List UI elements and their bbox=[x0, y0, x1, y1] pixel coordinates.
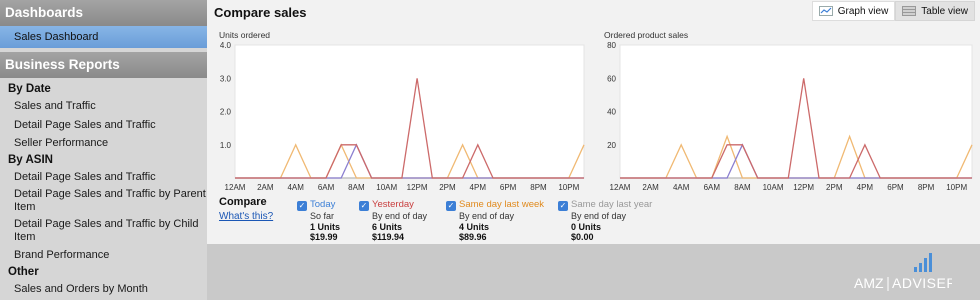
compare-label: Compare bbox=[219, 196, 267, 208]
x-tick-label: 10PM bbox=[946, 183, 967, 192]
legend-amount: $119.94 bbox=[372, 232, 405, 242]
compare-block: Compare What's this? bbox=[219, 196, 273, 222]
plot-area bbox=[619, 44, 973, 179]
x-tick-label: 4PM bbox=[470, 183, 487, 192]
amz-advisers-logo: AMZ ADVISERS bbox=[842, 250, 966, 297]
sidebar-item-asin-detail-page[interactable]: Detail Page Sales and Traffic bbox=[0, 168, 207, 187]
x-tick-label: 12PM bbox=[793, 183, 814, 192]
x-tick-label: 4AM bbox=[287, 183, 304, 192]
x-tick-label: 8PM bbox=[918, 183, 935, 192]
legend-sub: By end of day bbox=[571, 211, 627, 221]
x-tick-label: 4AM bbox=[673, 183, 690, 192]
sidebar-item-sales-orders-by-month[interactable]: Sales and Orders by Month bbox=[0, 280, 207, 299]
x-tick-label: 2AM bbox=[642, 183, 659, 192]
x-tick-label: 2AM bbox=[257, 183, 274, 192]
whats-this-link[interactable]: What's this? bbox=[219, 211, 273, 222]
x-tick-label: 6AM bbox=[704, 183, 721, 192]
legend-sub: By end of day bbox=[459, 211, 515, 221]
x-tick-label: 4PM bbox=[857, 183, 874, 192]
legend-last-year: ✓ Same day last year By end of day 0 Unit… bbox=[558, 199, 652, 243]
sidebar-item-detail-page-sales-and-traffic[interactable]: Detail Page Sales and Traffic bbox=[0, 116, 207, 135]
legend-amount: $0.00 bbox=[571, 232, 594, 242]
y-tick-label: 80 bbox=[607, 41, 616, 50]
x-tick-label: 8PM bbox=[530, 183, 547, 192]
ordered-product-sales-chart: Ordered product sales80 60 40 20 12AM 2AM 4AM 6… bbox=[604, 30, 973, 192]
graph-view-button[interactable]: Graph view bbox=[811, 1, 896, 21]
x-tick-label: 6AM bbox=[318, 183, 335, 192]
x-tick-label: 8AM bbox=[348, 183, 365, 192]
y-tick-label: 60 bbox=[607, 74, 616, 83]
sidebar-item-sales-and-traffic[interactable]: Sales and Traffic bbox=[0, 97, 207, 116]
legend-last-week-name: Same day last week bbox=[459, 199, 545, 210]
legend-units: 6 Units bbox=[372, 221, 403, 232]
by-asin-heading: By ASIN bbox=[8, 153, 53, 166]
legend-today: ✓ Today So far 1 Units $19.99 bbox=[297, 199, 340, 243]
units-ordered-chart: Units ordered4.0 3.0 2.0 1.0 12AM 2AM 4AM 6AM 8A… bbox=[219, 30, 585, 192]
table-view-label: Table view bbox=[921, 5, 968, 17]
other-heading: Other bbox=[8, 265, 39, 278]
yesterday-checkbox[interactable]: ✓ bbox=[359, 201, 369, 211]
view-toggle: Graph view Table view bbox=[811, 1, 975, 21]
legend-units: 0 Units bbox=[571, 221, 602, 232]
by-date-heading: By Date bbox=[8, 83, 51, 95]
sidebar-item-sales-dashboard[interactable]: Sales Dashboard bbox=[0, 26, 207, 48]
legend-yesterday-name: Yesterday bbox=[372, 199, 414, 210]
x-tick-label: 6PM bbox=[500, 183, 517, 192]
x-tick-label: 10AM bbox=[376, 183, 397, 192]
legend-today-name: Today bbox=[310, 199, 336, 210]
svg-text:AMZ: AMZ bbox=[854, 275, 884, 291]
y-tick-label: 1.0 bbox=[220, 141, 232, 150]
x-tick-label: 10PM bbox=[558, 183, 579, 192]
line-chart-icon bbox=[818, 6, 833, 16]
legend-last-week: ✓ Same day last week By end of day 4 Unit… bbox=[446, 199, 544, 243]
table-view-button[interactable]: Table view bbox=[895, 1, 975, 21]
legend-amount: $89.96 bbox=[459, 232, 487, 242]
today-checkbox[interactable]: ✓ bbox=[297, 201, 307, 211]
y-tick-label: 20 bbox=[607, 141, 616, 150]
legend-units: 4 Units bbox=[459, 221, 490, 232]
x-tick-label: 2PM bbox=[439, 183, 456, 192]
x-tick-label: 12PM bbox=[407, 183, 428, 192]
legend-yesterday: ✓ Yesterday By end of day 6 Units $119.94 bbox=[359, 199, 427, 243]
x-tick-label: 8AM bbox=[734, 183, 751, 192]
y-axis-label: Units ordered bbox=[219, 30, 270, 40]
y-axis-label: Ordered product sales bbox=[604, 30, 688, 40]
page-title: Compare sales bbox=[214, 5, 307, 20]
y-tick-label: 3.0 bbox=[220, 74, 232, 83]
y-tick-label: 4.0 bbox=[220, 41, 232, 50]
legend-sub: By end of day bbox=[372, 211, 428, 221]
y-tick-label: 2.0 bbox=[220, 108, 232, 117]
y-tick-label: 40 bbox=[607, 108, 616, 117]
last-week-checkbox[interactable]: ✓ bbox=[446, 201, 456, 211]
legend-last-year-name: Same day last year bbox=[571, 199, 653, 210]
dashboards-heading: Dashboards bbox=[0, 0, 207, 26]
x-tick-label: 12AM bbox=[610, 183, 631, 192]
sidebar-item-asin-by-parent[interactable]: Detail Page Sales and Traffic by Parent … bbox=[0, 186, 207, 216]
x-tick-label: 2PM bbox=[826, 183, 843, 192]
sidebar-item-seller-performance[interactable]: Seller Performance bbox=[0, 134, 207, 153]
compare-sales-panel: Compare sales Graph view Table view Unit… bbox=[207, 0, 980, 244]
svg-text:ADVISERS: ADVISERS bbox=[892, 275, 952, 291]
legend-amount: $19.99 bbox=[310, 232, 338, 242]
business-reports-heading: Business Reports bbox=[0, 52, 207, 78]
x-tick-label: 6PM bbox=[887, 183, 904, 192]
sidebar-item-brand-performance[interactable]: Brand Performance bbox=[0, 246, 207, 265]
graph-view-label: Graph view bbox=[837, 5, 889, 17]
legend-sub: So far bbox=[310, 211, 335, 221]
legend-units: 1 Units bbox=[310, 221, 341, 232]
amz-advisers-logo-graphic: AMZ ADVISERS bbox=[854, 253, 966, 291]
sidebar: Dashboards Sales Dashboard Business Repo… bbox=[0, 0, 207, 300]
table-icon bbox=[902, 6, 917, 16]
sidebar-item-asin-by-child[interactable]: Detail Page Sales and Traffic by Child I… bbox=[0, 216, 207, 246]
plot-area bbox=[234, 44, 585, 179]
last-year-checkbox[interactable]: ✓ bbox=[558, 201, 568, 211]
x-tick-label: 10AM bbox=[763, 183, 784, 192]
x-tick-label: 12AM bbox=[225, 183, 246, 192]
bar-chart-icon bbox=[914, 253, 932, 272]
